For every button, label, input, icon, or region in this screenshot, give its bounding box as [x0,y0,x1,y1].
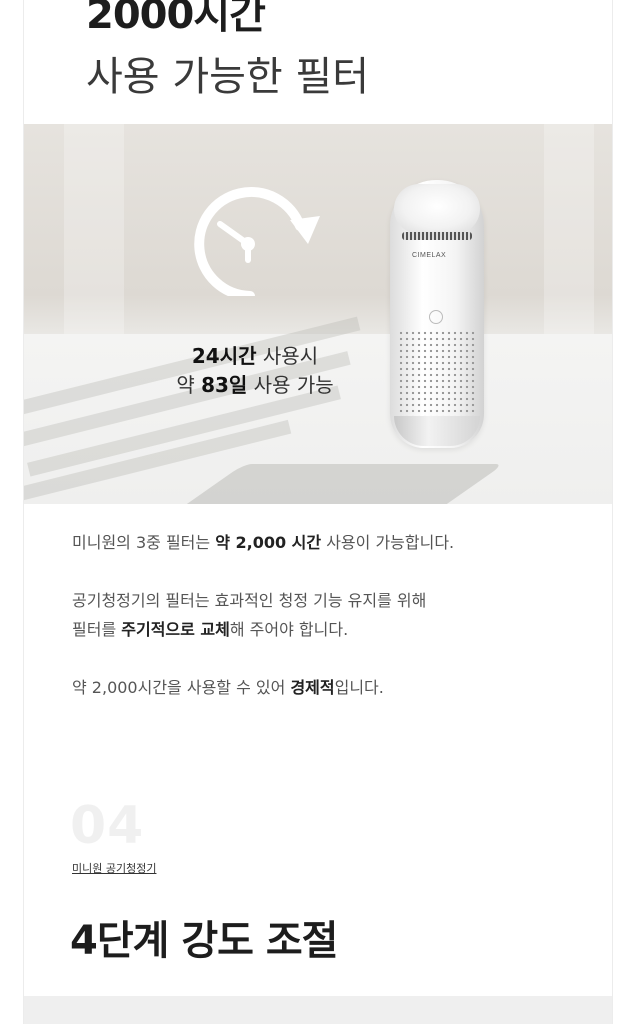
filter-desc-3: 약 2,000시간을 사용할 수 있어 경제적입니다. [72,673,384,702]
desc-highlight: 주기적으로 교체 [121,620,230,639]
desc-highlight: 경제적 [290,678,335,697]
purifier-grille [398,330,476,418]
filter-desc-1: 미니원의 3중 필터는 약 2,000 시간 사용이 가능합니다. [72,528,454,557]
brand-logo: CIMELAX [412,252,447,259]
desc-highlight: 약 2,000 시간 [215,533,322,552]
desc-text: 해 주어야 합니다. [229,620,349,639]
caption-line-2-rest: 사용 가능 [247,373,334,397]
wall-light-stripe [544,124,594,334]
caption-days: 83일 [201,373,248,397]
section-number: 04 [70,796,145,856]
product-detail-page: 2000시간 사용 가능한 필터 24시간 사용시 약 83일 사용 가능 CI… [24,0,612,1024]
desc-line: 필터를 주기적으로 교체해 주어야 합니다. [72,615,426,644]
usage-caption: 24시간 사용시 약 83일 사용 가능 [160,342,350,400]
clock-rotate-icon [194,187,320,296]
desc-text: 사용이 가능합니다. [321,533,455,552]
desc-line: 공기청정기의 필터는 효과적인 청정 기능 유지를 위해 [72,591,427,610]
caption-line-2: 약 83일 사용 가능 [160,371,350,400]
air-purifier-image: CIMELAX [390,180,484,448]
section-subtitle: 미니원 공기청정기 [72,862,157,875]
purifier-power-button [429,310,443,324]
purifier-vent [402,232,472,240]
page-border-right [612,0,613,1024]
caption-line-2-pre: 약 [176,373,202,397]
purifier-base [394,416,480,446]
purifier-top-cap [394,184,480,234]
caption-line-1: 24시간 사용시 [160,342,350,371]
next-section-panel [24,996,612,1024]
caption-line-1-rest: 사용시 [256,344,319,368]
wall-light-stripe [64,124,124,334]
section-title: 4단계 강도 조절 [70,918,338,964]
hero-title-bold: 2000시간 [86,0,266,38]
filter-desc-2: 공기청정기의 필터는 효과적인 청정 기능 유지를 위해 필터를 주기적으로 교… [72,586,426,644]
caption-hours: 24시간 [191,344,257,368]
product-photo: 24시간 사용시 약 83일 사용 가능 CIMELAX [24,124,612,504]
desc-text: 약 2,000시간을 사용할 수 있어 [72,678,291,697]
desc-text: 미니원의 3중 필터는 [72,533,216,552]
hero-title-light: 사용 가능한 필터 [86,54,370,100]
desc-text: 필터를 [72,620,122,639]
desc-text: 입니다. [334,678,384,697]
